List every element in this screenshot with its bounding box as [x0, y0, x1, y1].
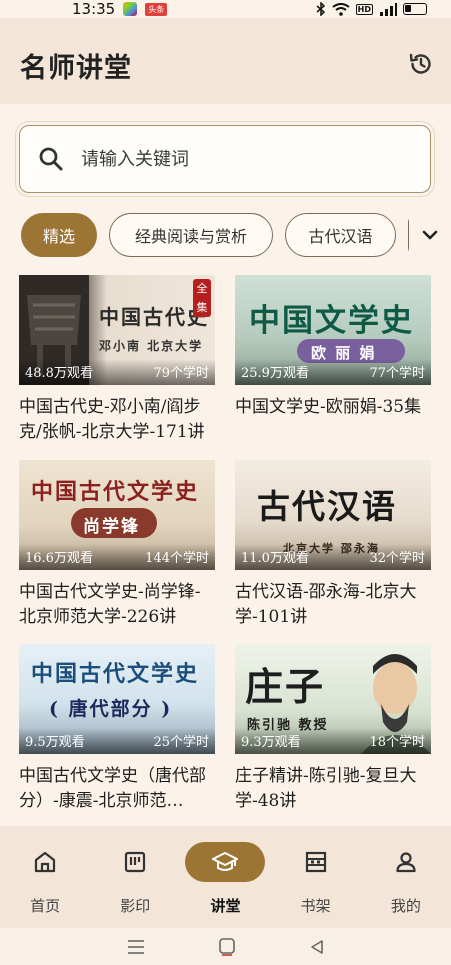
page-title: 名师讲堂: [20, 53, 132, 84]
thumbnail-title: 古代汉语: [257, 487, 397, 526]
status-bar: 13:35 头条 HD: [0, 0, 451, 18]
signal-icon: [380, 2, 397, 16]
bookshelf-icon: [305, 851, 326, 873]
view-count: 11.0万观看: [241, 551, 309, 566]
person-icon: [396, 852, 416, 873]
hd-icon: HD: [355, 3, 373, 15]
course-thumbnail: 中国古代史 邓小南 北京大学 全集 48.8万观看 79个学时: [19, 275, 215, 385]
course-thumbnail: 中国古代文学史 ( 唐代部分 ) 9.5万观看 25个学时: [19, 644, 215, 754]
film-icon: [125, 851, 146, 873]
thumbnail-subtitle: ( 唐代部分 ): [49, 698, 173, 720]
lesson-hours: 18个学时: [369, 735, 425, 750]
bottom-nav: 首页 影印 讲堂 书架 我的: [0, 826, 451, 928]
back-icon[interactable]: [309, 939, 325, 955]
course-title: 中国古代史-邓小南/阎步克/张帆-北京大学-171讲: [19, 397, 205, 442]
lesson-hours: 77个学时: [369, 366, 425, 381]
nav-label: 我的: [390, 897, 421, 915]
full-set-tag: 全集: [193, 279, 211, 317]
category-tab-classic-reading[interactable]: 经典阅读与赏析: [109, 213, 273, 257]
thumbnail-title: 中国古代文学史: [31, 661, 200, 687]
course-title: 庄子精讲-陈引驰-复旦大学-48讲: [235, 766, 417, 811]
course-title: 古代汉语-邵永海-北京大学-101讲: [235, 582, 417, 627]
header: 名师讲堂: [0, 18, 451, 104]
view-count: 48.8万观看: [25, 366, 93, 381]
nav-item-facsimile[interactable]: 影印: [95, 842, 175, 916]
history-icon: [409, 53, 431, 74]
status-time: 13:35: [72, 0, 116, 18]
category-tabs: 精选 经典阅读与赏析 古代汉语: [21, 212, 451, 258]
lesson-hours: 79个学时: [153, 366, 209, 381]
thumbnail-stats: 9.5万观看 25个学时: [19, 728, 215, 754]
nav-item-home[interactable]: 首页: [5, 842, 85, 916]
category-tab-featured[interactable]: 精选: [21, 213, 97, 257]
lesson-hours: 144个学时: [145, 551, 209, 566]
nav-label: 影印: [120, 897, 151, 915]
thumbnail-stats: 25.9万观看 77个学时: [235, 359, 431, 385]
graduation-cap-icon: [212, 851, 239, 871]
app-notification-icon: [123, 2, 138, 16]
course-thumbnail: 中国文学史 欧 丽 娟 25.9万观看 77个学时: [235, 275, 431, 385]
course-card[interactable]: 中国文学史 欧 丽 娟 25.9万观看 77个学时 中国文学史-欧丽娟-35集: [235, 275, 431, 420]
course-title: 中国古代文学史-尚学锋-北京师范大学-226讲: [19, 582, 201, 627]
course-card[interactable]: 庄子 陈引驰 教授 9.3万观看 18个学时 庄子精讲-陈引驰-复旦大学-48讲: [235, 644, 431, 814]
system-nav-bar: [0, 928, 451, 965]
nav-item-lecture[interactable]: 讲堂: [185, 842, 266, 916]
thumbnail-subtitle: 邓小南 北京大学: [99, 339, 204, 353]
view-count: 25.9万观看: [241, 366, 309, 381]
nav-item-profile[interactable]: 我的: [366, 842, 446, 916]
thumbnail-stats: 9.3万观看 18个学时: [235, 728, 431, 754]
home-button-icon[interactable]: [218, 937, 236, 956]
course-thumbnail: 古代汉语 北京大学 邵永海 11.0万观看 32个学时: [235, 460, 431, 570]
course-title: 中国古代文学史（唐代部分）-康震-北京师范…: [19, 766, 206, 811]
home-icon: [34, 851, 56, 873]
course-title: 中国文学史-欧丽娟-35集: [235, 397, 422, 417]
thumbnail-stats: 48.8万观看 79个学时: [19, 359, 215, 385]
thumbnail-title: 中国文学史: [249, 303, 414, 339]
view-count: 9.5万观看: [25, 735, 85, 750]
search-box[interactable]: [19, 125, 431, 193]
course-thumbnail: 中国古代文学史 尚学锋 16.6万观看 144个学时: [19, 460, 215, 570]
menu-icon[interactable]: [127, 939, 145, 955]
battery-icon: [403, 3, 427, 15]
thumbnail-title: 中国古代文学史: [31, 479, 200, 505]
search-icon: [39, 147, 63, 171]
course-thumbnail: 庄子 陈引驰 教授 9.3万观看 18个学时: [235, 644, 431, 754]
view-count: 16.6万观看: [25, 551, 93, 566]
history-button[interactable]: [407, 50, 435, 78]
nav-label: 书架: [300, 897, 331, 915]
course-card[interactable]: 古代汉语 北京大学 邵永海 11.0万观看 32个学时 古代汉语-邵永海-北京大…: [235, 460, 431, 630]
view-count: 9.3万观看: [241, 735, 301, 750]
course-card[interactable]: 中国古代文学史 尚学锋 16.6万观看 144个学时 中国古代文学史-尚学锋-北…: [19, 460, 215, 630]
expand-categories-button[interactable]: [409, 212, 451, 258]
chevron-down-icon: [422, 230, 438, 240]
news-app-badge-icon: 头条: [145, 2, 168, 16]
lesson-hours: 25个学时: [153, 735, 209, 750]
bluetooth-icon: [316, 2, 325, 16]
course-card[interactable]: 中国古代文学史 ( 唐代部分 ) 9.5万观看 25个学时 中国古代文学史（唐代…: [19, 644, 215, 814]
wifi-icon: [332, 2, 350, 16]
thumbnail-stats: 16.6万观看 144个学时: [19, 544, 215, 570]
nav-label: 首页: [30, 897, 61, 915]
search-input[interactable]: [81, 148, 381, 170]
nav-label: 讲堂: [210, 897, 241, 915]
thumbnail-subtitle: 尚学锋: [83, 517, 140, 537]
lesson-hours: 32个学时: [369, 551, 425, 566]
nav-item-bookshelf[interactable]: 书架: [276, 842, 356, 916]
thumbnail-stats: 11.0万观看 32个学时: [235, 544, 431, 570]
course-card[interactable]: 中国古代史 邓小南 北京大学 全集 48.8万观看 79个学时 中国古代史-邓小…: [19, 275, 215, 445]
category-tab-ancient-chinese[interactable]: 古代汉语: [285, 213, 396, 257]
thumbnail-title: 庄子: [245, 664, 326, 709]
